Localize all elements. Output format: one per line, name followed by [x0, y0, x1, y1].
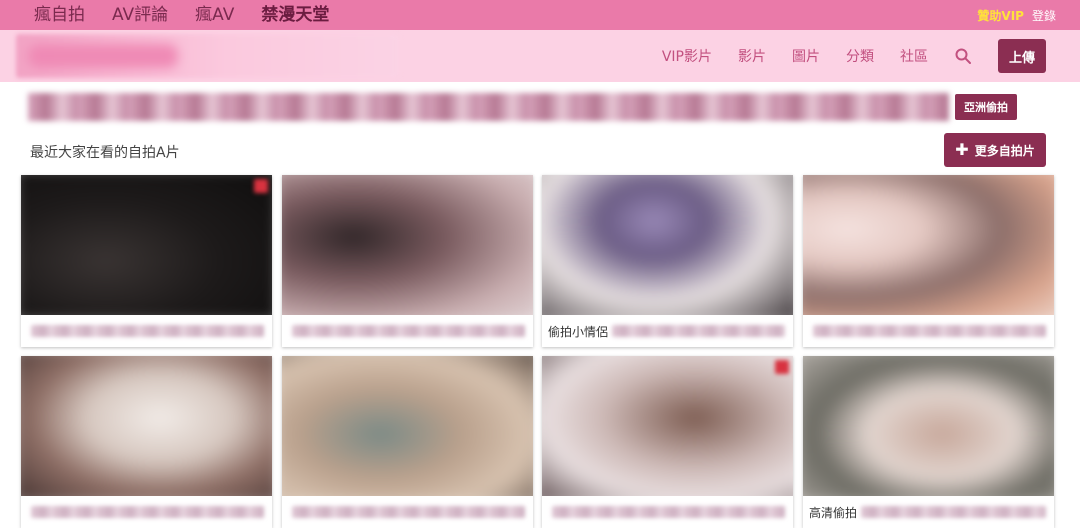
- caption-redacted: [813, 325, 1046, 337]
- video-card[interactable]: [542, 356, 793, 528]
- site-links: 瘋自拍 AV評論 瘋AV 禁漫天堂: [34, 0, 356, 30]
- video-caption[interactable]: [548, 503, 785, 521]
- nav-item-categories[interactable]: 分類: [846, 46, 874, 66]
- video-thumbnail[interactable]: [542, 175, 793, 315]
- video-card[interactable]: [21, 356, 272, 528]
- video-thumbnail[interactable]: [21, 175, 272, 315]
- badge-icon: [775, 360, 789, 374]
- caption-redacted: [31, 506, 264, 518]
- video-card[interactable]: 高清偷拍: [803, 356, 1054, 528]
- main-nav: VIP影片 影片 圖片 分類 社區 上傳: [636, 30, 1046, 82]
- caption-redacted: [552, 506, 785, 518]
- badge-icon: [254, 179, 268, 193]
- video-card[interactable]: [282, 356, 533, 528]
- video-caption[interactable]: [288, 322, 525, 340]
- tag-button[interactable]: 亞洲偷拍: [955, 94, 1017, 120]
- video-thumbnail[interactable]: [542, 356, 793, 496]
- caption-redacted: [861, 506, 1046, 518]
- nav-item-pictures[interactable]: 圖片: [792, 46, 820, 66]
- caption-redacted: [292, 506, 525, 518]
- video-caption[interactable]: [809, 322, 1046, 340]
- video-card[interactable]: [282, 175, 533, 347]
- video-caption[interactable]: [27, 322, 264, 340]
- video-card[interactable]: 偷拍小情侶: [542, 175, 793, 347]
- site-link-1[interactable]: 瘋自拍: [34, 0, 85, 30]
- video-caption[interactable]: [27, 503, 264, 521]
- site-link-3[interactable]: 瘋AV: [195, 0, 234, 30]
- video-card[interactable]: [21, 175, 272, 347]
- nav-item-vip-videos[interactable]: VIP影片: [662, 46, 712, 66]
- upload-button[interactable]: 上傳: [998, 39, 1046, 73]
- video-thumbnail[interactable]: [803, 356, 1054, 496]
- nav-item-videos[interactable]: 影片: [738, 46, 766, 66]
- caption-redacted: [31, 325, 264, 337]
- vip-link[interactable]: 贊助VIP: [977, 7, 1024, 24]
- video-title: 偷拍小情侶: [548, 324, 609, 339]
- account-links: 贊助VIP 登錄: [977, 0, 1056, 30]
- nav-item-community[interactable]: 社區: [900, 46, 928, 66]
- video-thumbnail[interactable]: [282, 175, 533, 315]
- more-videos-button[interactable]: ✚ 更多自拍片: [944, 133, 1046, 167]
- video-thumbnail[interactable]: [282, 356, 533, 496]
- caption-redacted: [292, 325, 525, 337]
- video-caption[interactable]: 偷拍小情侶: [548, 322, 785, 340]
- caption-redacted: [612, 325, 785, 337]
- site-logo[interactable]: [16, 34, 400, 78]
- plus-icon: ✚: [955, 140, 969, 159]
- search-icon[interactable]: [954, 47, 972, 65]
- video-caption[interactable]: [288, 503, 525, 521]
- video-thumbnail[interactable]: [21, 356, 272, 496]
- video-card[interactable]: [803, 175, 1054, 347]
- more-videos-label: 更多自拍片: [974, 143, 1035, 158]
- video-title: 高清偷拍: [809, 505, 858, 520]
- site-header: VIP影片 影片 圖片 分類 社區 上傳: [0, 30, 1080, 82]
- video-thumbnail[interactable]: [803, 175, 1054, 315]
- section-title: 最近大家在看的自拍A片: [30, 145, 180, 161]
- site-link-4[interactable]: 禁漫天堂: [261, 0, 329, 30]
- banner-ad[interactable]: [28, 93, 949, 121]
- login-link[interactable]: 登錄: [1032, 7, 1056, 24]
- top-bar: 瘋自拍 AV評論 瘋AV 禁漫天堂 贊助VIP 登錄: [0, 0, 1080, 30]
- site-link-2[interactable]: AV評論: [112, 0, 168, 30]
- video-caption[interactable]: 高清偷拍: [809, 503, 1046, 521]
